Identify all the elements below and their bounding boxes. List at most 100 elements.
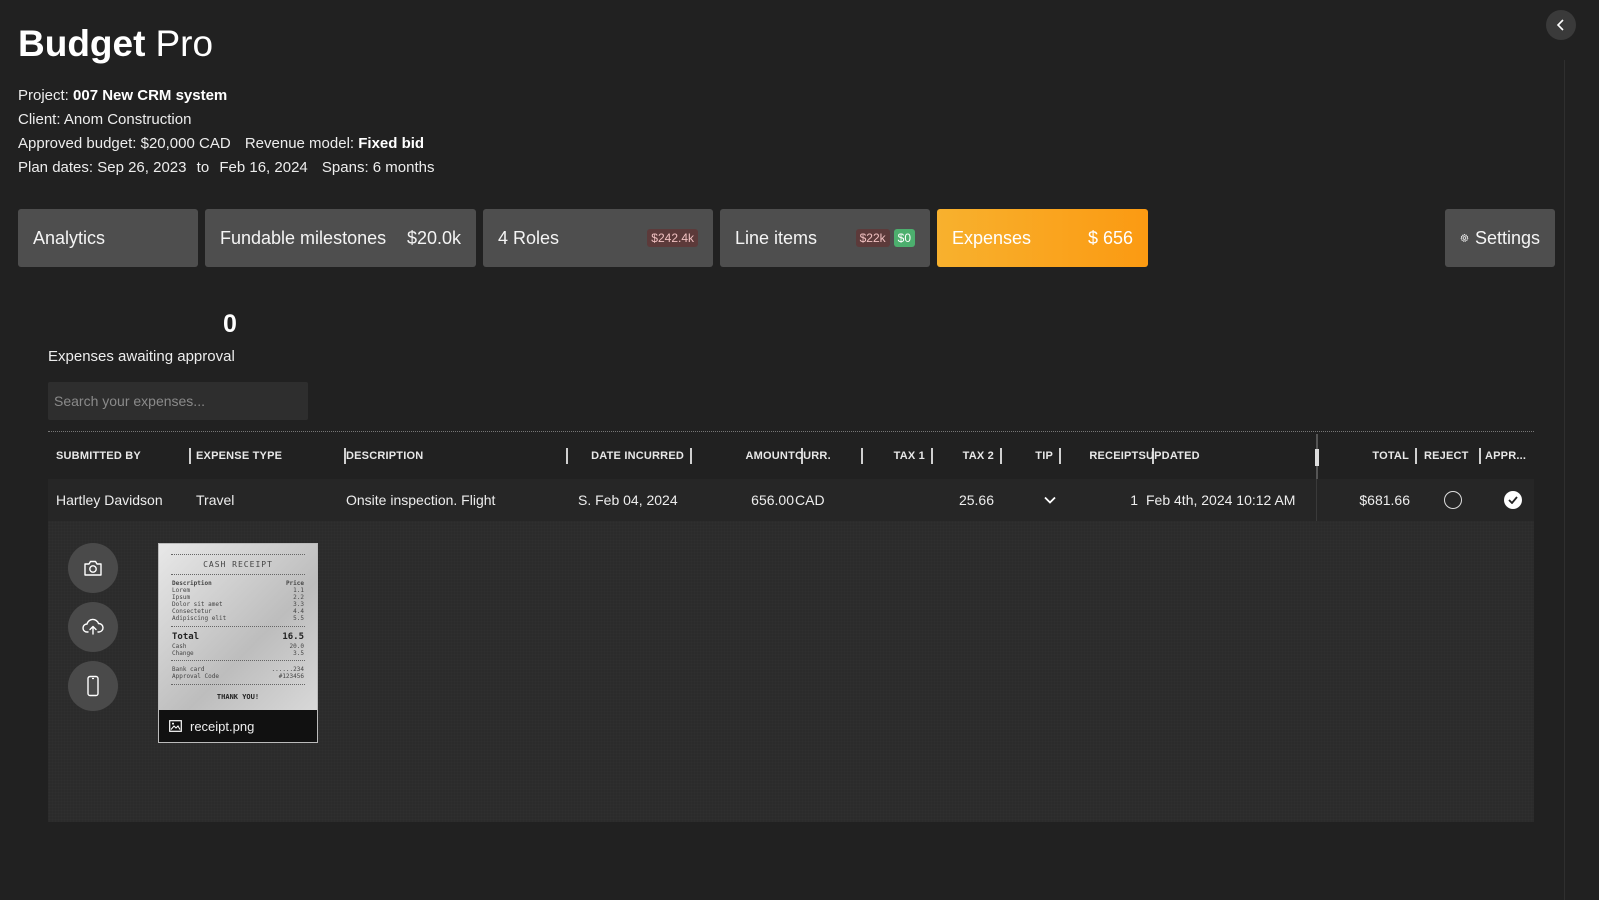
cell-tax2: 25.66 xyxy=(958,492,994,508)
col-date-incurred-label: DATE INCURRED xyxy=(591,450,684,462)
cell-total: $681.66 xyxy=(1359,492,1410,508)
project-info: Project: 007 New CRM system Client: Anom… xyxy=(18,84,435,180)
tab-analytics[interactable]: Analytics xyxy=(18,209,198,267)
cell-submitted-by: Hartley Davidson xyxy=(56,492,163,508)
spans-value: 6 months xyxy=(372,159,435,176)
tab-roles-label: 4 Roles xyxy=(498,227,560,248)
reject-cell xyxy=(1444,479,1462,521)
plan-dates-label: Plan dates: xyxy=(18,159,94,176)
col-date-incurred[interactable]: DATE INCURRED xyxy=(580,432,692,480)
take-photo-button[interactable] xyxy=(68,543,118,593)
client-label: Client: xyxy=(18,111,61,128)
col-updated[interactable]: UPDATED xyxy=(1146,432,1306,480)
budget-value: $20,000 CAD xyxy=(140,135,231,152)
collapse-sidebar-button[interactable] xyxy=(1546,10,1576,40)
column-resize-handle[interactable] xyxy=(1059,448,1061,464)
col-reject[interactable]: REJECT xyxy=(1424,432,1481,480)
column-resize-handle[interactable] xyxy=(690,448,692,464)
spans-label: Spans: xyxy=(321,159,369,176)
side-panel-divider xyxy=(1564,60,1565,900)
column-resize-handle[interactable] xyxy=(1415,448,1417,464)
tab-expenses-label: Expenses xyxy=(952,227,1032,248)
app-title: Budget Pro xyxy=(18,22,213,66)
mobile-upload-button[interactable] xyxy=(68,661,118,711)
tab-fundable-milestones[interactable]: Fundable milestones $20.0k xyxy=(205,209,476,267)
col-tax1[interactable]: TAX 1 xyxy=(868,432,933,480)
receipt-approval-label: Approval Code xyxy=(172,673,219,680)
col-currency[interactable]: CURR. xyxy=(795,432,863,480)
attachment-filename: receipt.png xyxy=(190,718,255,734)
col-tax1-label: TAX 1 xyxy=(893,450,925,462)
col-tip[interactable]: TIP xyxy=(1008,432,1061,480)
tab-expenses[interactable]: Expenses $ 656 xyxy=(937,209,1148,267)
col-tax2[interactable]: TAX 2 xyxy=(938,432,1002,480)
revenue-model-label: Revenue model: xyxy=(244,135,355,152)
col-updated-label: UPDATED xyxy=(1146,450,1200,462)
row-expand-toggle[interactable] xyxy=(1038,479,1062,521)
chevron-left-icon xyxy=(1556,19,1564,31)
receipt-item-name: Dolor sit amet xyxy=(172,601,223,608)
receipt-attachment[interactable]: CASH RECEIPT Description Price Lorem 1.1… xyxy=(158,543,318,743)
column-resize-handle[interactable] xyxy=(189,448,191,464)
sticky-columns-divider[interactable] xyxy=(1315,434,1319,482)
col-total[interactable]: TOTAL xyxy=(1333,432,1417,480)
col-expense-type[interactable]: EXPENSE TYPE xyxy=(196,432,346,480)
receipt-change-label: Change xyxy=(172,650,194,657)
receipt-total-value: 16.5 xyxy=(282,632,304,642)
column-resize-handle[interactable] xyxy=(861,448,863,464)
expense-detail-panel: CASH RECEIPT Description Price Lorem 1.1… xyxy=(48,521,1534,822)
column-resize-handle[interactable] xyxy=(1479,448,1481,464)
receipt-item-price: 4.4 xyxy=(293,608,304,615)
line-items-remaining-badge: $0 xyxy=(893,229,915,247)
receipt-col-price: Price xyxy=(285,580,304,587)
receipt-title: CASH RECEIPT xyxy=(203,560,273,569)
col-receipts[interactable]: RECEIPTS xyxy=(1068,432,1154,480)
reject-radio[interactable] xyxy=(1444,491,1462,509)
receipt-cash-label: Cash xyxy=(172,643,187,650)
column-resize-handle[interactable] xyxy=(931,448,933,464)
plan-dates-to: to xyxy=(196,159,210,176)
col-reject-label: REJECT xyxy=(1424,450,1469,462)
receipt-item-price: 5.5 xyxy=(293,615,304,622)
col-approve[interactable]: APPR... xyxy=(1485,432,1535,480)
cell-amount: 656.00 xyxy=(751,492,794,508)
chevron-down-icon xyxy=(1044,496,1056,504)
cloud-upload-icon xyxy=(82,618,104,635)
approve-cell xyxy=(1504,479,1522,521)
project-label: Project: xyxy=(18,87,69,104)
expenses-table: SUBMITTED BY EXPENSE TYPE DESCRIPTION DA… xyxy=(48,431,1534,822)
receipt-thanks: THANK YOU! xyxy=(216,693,260,701)
budget-label: Approved budget: xyxy=(18,135,137,152)
col-description[interactable]: DESCRIPTION xyxy=(346,432,568,480)
table-row[interactable]: Hartley Davidson Travel Onsite inspectio… xyxy=(48,479,1534,521)
project-name: 007 New CRM system xyxy=(73,87,228,104)
receipt-item-name: Consectetur xyxy=(172,608,212,615)
camera-icon xyxy=(84,560,102,576)
receipt-item-name: Ipsum xyxy=(172,594,191,601)
column-resize-handle[interactable] xyxy=(1000,448,1002,464)
tab-analytics-label: Analytics xyxy=(33,227,106,248)
receipt-item-name: Lorem xyxy=(172,587,191,594)
tab-milestones-value: $20.0k xyxy=(406,227,461,248)
settings-button[interactable]: Settings xyxy=(1445,209,1555,267)
column-resize-handle[interactable] xyxy=(566,448,568,464)
col-receipts-label: RECEIPTS xyxy=(1089,450,1146,462)
cell-description: Onsite inspection. Flight xyxy=(346,492,496,508)
receipt-change-value: 3.5 xyxy=(293,650,304,657)
tab-roles[interactable]: 4 Roles $242.4k xyxy=(483,209,713,267)
receipt-total-label: Total xyxy=(172,632,200,642)
revenue-model-value: Fixed bid xyxy=(358,135,425,152)
col-amount[interactable]: AMOUNT xyxy=(708,432,803,480)
expense-search-input[interactable] xyxy=(48,382,308,420)
approve-check[interactable] xyxy=(1504,491,1522,509)
tab-line-items[interactable]: Line items $22k $0 xyxy=(720,209,930,267)
col-currency-label: CURR. xyxy=(795,450,831,462)
receipt-thumbnail: CASH RECEIPT Description Price Lorem 1.1… xyxy=(159,544,317,710)
col-submitted-by[interactable]: SUBMITTED BY xyxy=(56,432,191,480)
col-submitted-by-label: SUBMITTED BY xyxy=(56,450,141,462)
col-tip-label: TIP xyxy=(1035,450,1053,462)
receipt-card-value: ......234 xyxy=(271,666,304,673)
budget-tabs: Analytics Fundable milestones $20.0k 4 R… xyxy=(0,209,1599,267)
upload-receipt-button[interactable] xyxy=(68,602,118,652)
gear-icon xyxy=(1460,233,1469,242)
